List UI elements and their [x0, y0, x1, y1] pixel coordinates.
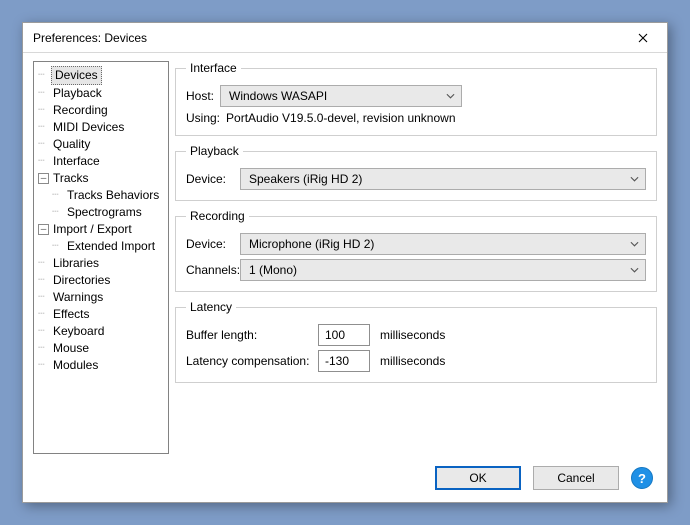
chevron-down-icon: [630, 267, 639, 273]
tree-dots-icon: [38, 357, 49, 374]
recording-device-value: Microphone (iRig HD 2): [249, 237, 374, 251]
tree-collapse-icon[interactable]: –: [38, 224, 49, 235]
recording-device-select[interactable]: Microphone (iRig HD 2): [240, 233, 646, 255]
tree-dots-icon: [52, 204, 63, 221]
host-label: Host:: [186, 89, 214, 103]
settings-panel: Interface Host: Windows WASAPI Using: Po…: [175, 61, 657, 454]
window-title: Preferences: Devices: [33, 31, 627, 45]
tree-dots-icon: [38, 323, 49, 340]
tree-dots-icon: [38, 306, 49, 323]
tree-item-libraries[interactable]: Libraries: [38, 255, 168, 272]
channels-label: Channels:: [186, 263, 234, 277]
tree-item-tracks[interactable]: –Tracks: [38, 170, 168, 187]
playback-device-label: Device:: [186, 172, 234, 186]
buffer-length-label: Buffer length:: [186, 328, 312, 342]
tree-item-mouse[interactable]: Mouse: [38, 340, 168, 357]
group-recording: Recording Device: Microphone (iRig HD 2)…: [175, 209, 657, 292]
titlebar: Preferences: Devices: [23, 23, 667, 53]
latency-comp-field[interactable]: -130: [318, 350, 370, 372]
tree-dots-icon: [52, 187, 63, 204]
close-button[interactable]: [627, 27, 659, 49]
tree-item-keyboard[interactable]: Keyboard: [38, 323, 168, 340]
group-playback: Playback Device: Speakers (iRig HD 2): [175, 144, 657, 201]
buffer-length-field[interactable]: 100: [318, 324, 370, 346]
tree-item-modules[interactable]: Modules: [38, 357, 168, 374]
tree-item-midi-devices[interactable]: MIDI Devices: [38, 119, 168, 136]
tree-item-quality[interactable]: Quality: [38, 136, 168, 153]
tree-dots-icon: [38, 136, 49, 153]
dialog-footer: OK Cancel ?: [23, 460, 667, 502]
channels-value: 1 (Mono): [249, 263, 297, 277]
tree-dots-icon: [38, 255, 49, 272]
ok-button[interactable]: OK: [435, 466, 521, 490]
tree-item-devices[interactable]: Devices: [38, 66, 168, 85]
tree-dots-icon: [38, 289, 49, 306]
tree-dots-icon: [38, 67, 49, 84]
tree-collapse-icon[interactable]: –: [38, 173, 49, 184]
preferences-dialog: Preferences: Devices Devices Playback Re…: [22, 22, 668, 503]
cancel-button[interactable]: Cancel: [533, 466, 619, 490]
tree-item-warnings[interactable]: Warnings: [38, 289, 168, 306]
close-icon: [638, 33, 648, 43]
tree-dots-icon: [38, 340, 49, 357]
tree-dots-icon: [38, 119, 49, 136]
category-tree[interactable]: Devices Playback Recording MIDI Devices …: [33, 61, 169, 454]
group-recording-legend: Recording: [186, 209, 249, 223]
tree-dots-icon: [52, 238, 63, 255]
host-select[interactable]: Windows WASAPI: [220, 85, 462, 107]
latency-comp-unit: milliseconds: [380, 354, 445, 368]
tree-item-spectrograms[interactable]: Spectrograms: [52, 204, 168, 221]
chevron-down-icon: [446, 93, 455, 99]
tree-dots-icon: [38, 85, 49, 102]
tree-dots-icon: [38, 272, 49, 289]
tree-item-interface[interactable]: Interface: [38, 153, 168, 170]
group-playback-legend: Playback: [186, 144, 243, 158]
chevron-down-icon: [630, 241, 639, 247]
tree-dots-icon: [38, 153, 49, 170]
group-interface-legend: Interface: [186, 61, 241, 75]
tree-item-import-export[interactable]: –Import / Export: [38, 221, 168, 238]
channels-select[interactable]: 1 (Mono): [240, 259, 646, 281]
recording-device-label: Device:: [186, 237, 234, 251]
tree-item-playback[interactable]: Playback: [38, 85, 168, 102]
tree-dots-icon: [38, 102, 49, 119]
chevron-down-icon: [630, 176, 639, 182]
group-interface: Interface Host: Windows WASAPI Using: Po…: [175, 61, 657, 136]
playback-device-value: Speakers (iRig HD 2): [249, 172, 362, 186]
host-select-value: Windows WASAPI: [229, 89, 327, 103]
help-icon: ?: [638, 471, 646, 486]
using-value: PortAudio V19.5.0-devel, revision unknow…: [226, 111, 455, 125]
help-button[interactable]: ?: [631, 467, 653, 489]
buffer-length-unit: milliseconds: [380, 328, 445, 342]
using-label: Using:: [186, 111, 220, 125]
tree-item-recording[interactable]: Recording: [38, 102, 168, 119]
group-latency: Latency Buffer length: 100 milliseconds …: [175, 300, 657, 383]
latency-comp-label: Latency compensation:: [186, 354, 312, 368]
tree-item-extended-import[interactable]: Extended Import: [52, 238, 168, 255]
playback-device-select[interactable]: Speakers (iRig HD 2): [240, 168, 646, 190]
tree-item-effects[interactable]: Effects: [38, 306, 168, 323]
tree-item-tracks-behaviors[interactable]: Tracks Behaviors: [52, 187, 168, 204]
tree-item-directories[interactable]: Directories: [38, 272, 168, 289]
group-latency-legend: Latency: [186, 300, 236, 314]
